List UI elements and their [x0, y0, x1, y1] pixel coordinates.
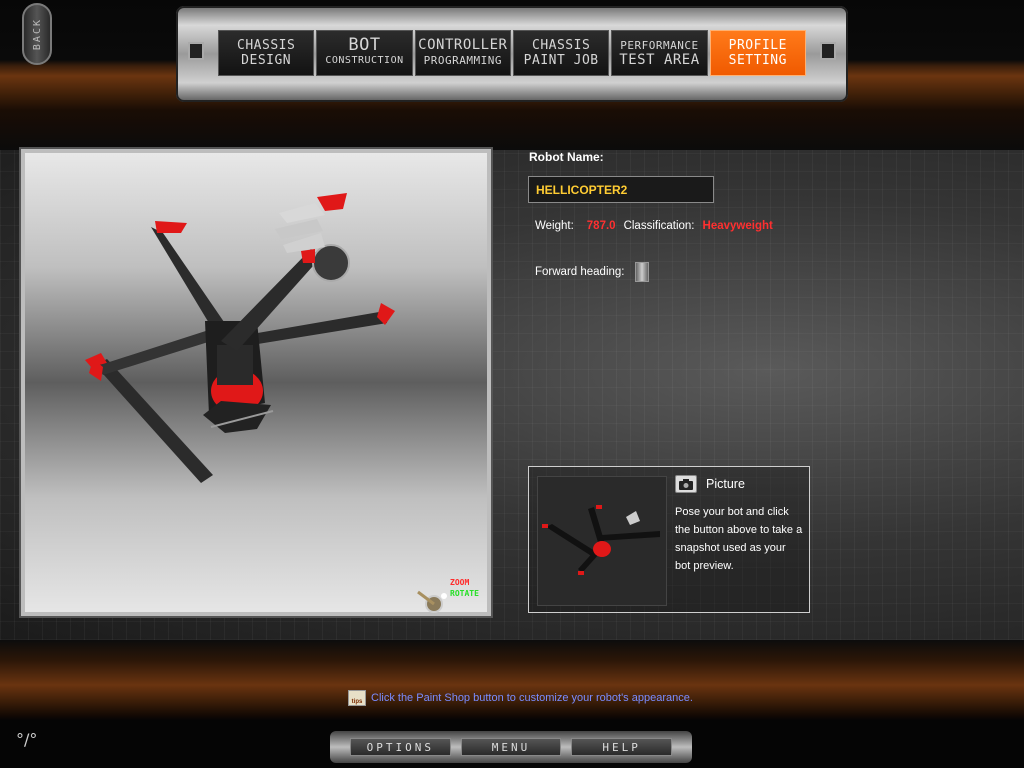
bottom-menu: OPTIONS MENU HELP [350, 738, 673, 756]
zoom-label: ZOOM [450, 578, 470, 587]
weight-classification-row: Weight: 787.0 Classification: Heavyweigh… [535, 220, 773, 232]
tab-label-line2: PROGRAMMING [423, 54, 502, 67]
tab-chassis-design[interactable]: CHASSIS DESIGN [218, 30, 315, 76]
gear-icon [417, 590, 447, 613]
robot-model [85, 193, 395, 483]
rotate-label: ROTATE [450, 589, 479, 598]
picture-panel: Picture Pose your bot and click the butt… [528, 466, 810, 613]
tab-label-line1: PROFILE [728, 38, 787, 53]
tab-chassis-paint-job[interactable]: CHASSIS PAINT JOB [512, 30, 610, 76]
picture-help-text: Pose your bot and click the button above… [675, 506, 803, 572]
tab-label-line2: CONSTRUCTION [325, 55, 404, 66]
robot-name-field[interactable] [528, 176, 714, 203]
tab-bot-construction[interactable]: BOT CONSTRUCTION [316, 30, 413, 76]
tab-label-line2: TEST AREA [619, 52, 700, 68]
picture-title: Picture [706, 477, 745, 491]
options-button[interactable]: OPTIONS [350, 738, 451, 756]
menu-button[interactable]: MENU [460, 738, 562, 756]
bot-preview-thumbnail [537, 476, 667, 606]
tab-label-line2: SETTING [728, 53, 787, 68]
tab-label-line1: BOT [348, 35, 381, 55]
tab-profile-setting[interactable]: PROFILE SETTING [709, 30, 806, 76]
tab-label-line1: CONTROLLER [418, 37, 508, 53]
robot-arm-bottom [89, 328, 221, 381]
camera-icon [679, 478, 693, 490]
back-button-label: BACK [31, 17, 43, 51]
forward-heading-label: Forward heading: [535, 266, 625, 278]
tip-text[interactable]: Click the Paint Shop button to customize… [371, 692, 693, 704]
weight-label: Weight: [535, 220, 574, 232]
forward-heading-slider[interactable] [634, 262, 649, 282]
robot-3d-viewport[interactable] [21, 149, 491, 616]
top-nav: CHASSIS DESIGN BOT CONSTRUCTION CONTROLL… [218, 30, 806, 76]
tab-label-line2: PAINT JOB [523, 53, 599, 68]
weight-value: 787.0 [586, 220, 616, 232]
classification-label: Classification: [623, 220, 695, 232]
tab-performance-test-area[interactable]: PERFORMANCE TEST AREA [611, 30, 708, 76]
tips-icon: tips [348, 690, 366, 706]
tab-controller-programming[interactable]: CONTROLLER PROGRAMMING [414, 30, 511, 76]
tab-label-line1: CHASSIS [532, 38, 591, 53]
zoom-rotate-control[interactable]: ZOOM ROTATE [414, 578, 486, 618]
help-button[interactable]: HELP [571, 738, 673, 756]
corner-logo: °/° [16, 730, 38, 749]
forward-heading-row: Forward heading: [535, 262, 649, 282]
tab-label-line1: PERFORMANCE [620, 39, 699, 52]
classification-value: Heavyweight [702, 220, 773, 232]
tab-label-line2: DESIGN [241, 53, 292, 68]
camera-button[interactable] [675, 475, 697, 493]
tab-label-line1: CHASSIS [237, 38, 296, 53]
tip-row: tips Click the Paint Shop button to cust… [348, 690, 693, 706]
robot-name-label: Robot Name: [529, 150, 604, 164]
robot-thumbnail [542, 505, 660, 575]
back-button[interactable]: BACK [22, 3, 52, 65]
